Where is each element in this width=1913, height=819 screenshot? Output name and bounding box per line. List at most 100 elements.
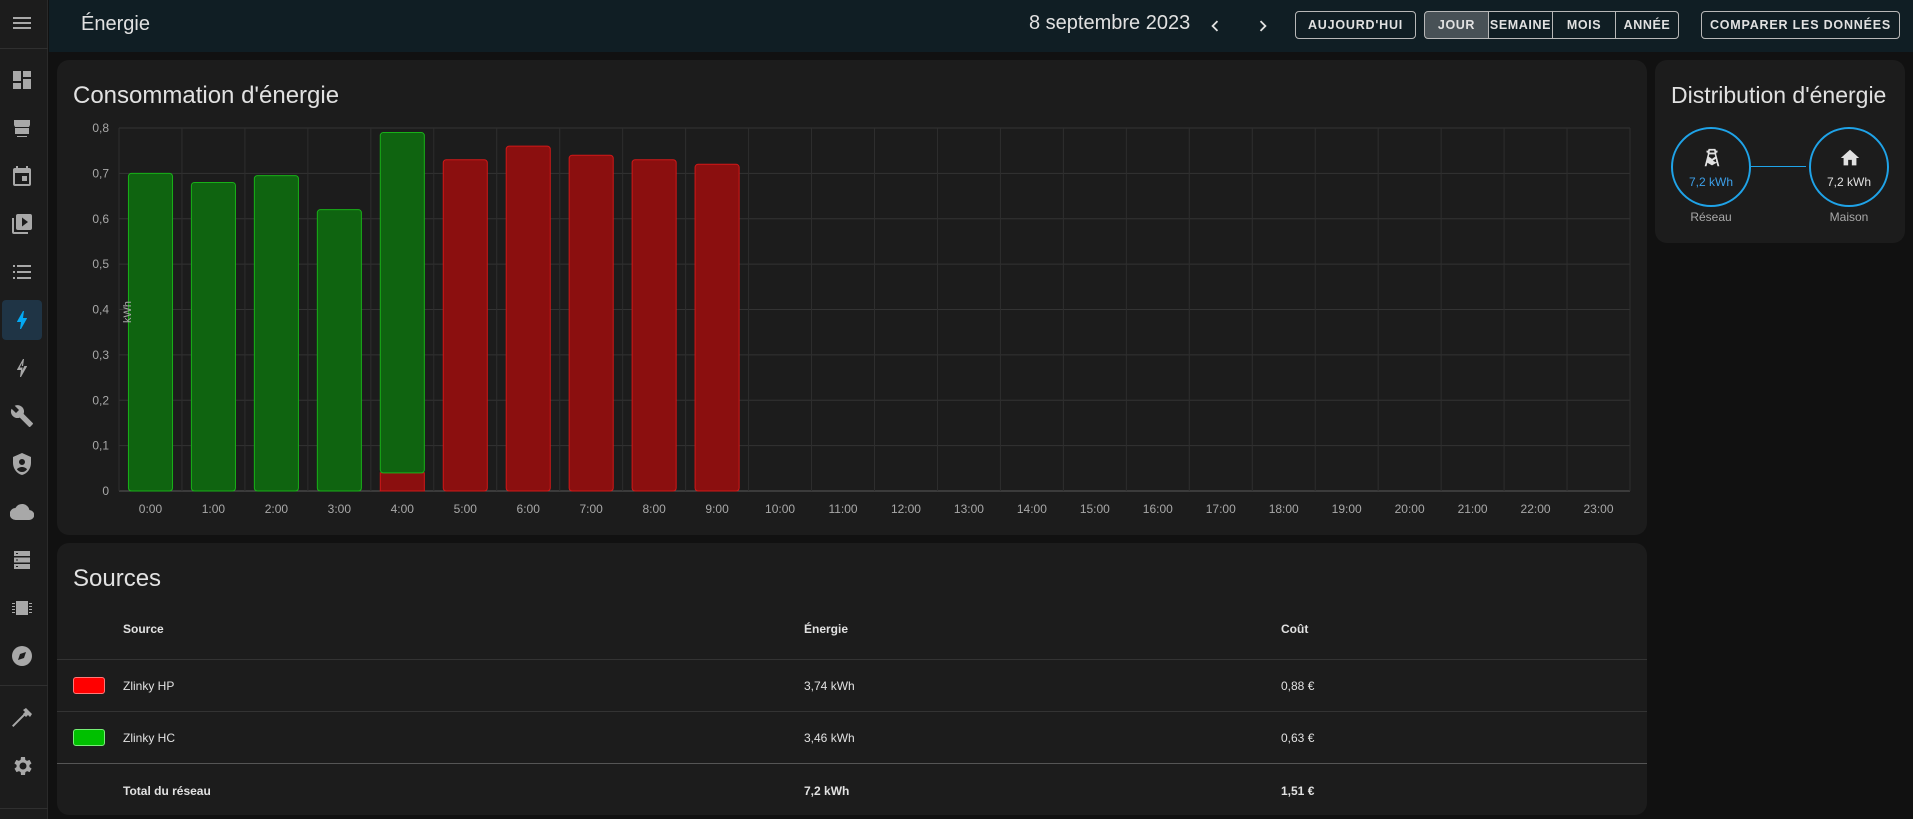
period-year-button[interactable]: ANNÉE bbox=[1615, 11, 1679, 39]
x-tick-label: 4:00 bbox=[391, 502, 415, 516]
grid-label: Réseau bbox=[1690, 210, 1732, 224]
distribution-title: Distribution d'énergie bbox=[1671, 82, 1887, 108]
x-tick-label: 5:00 bbox=[454, 502, 478, 516]
energy-icon[interactable] bbox=[2, 300, 42, 340]
x-tick-label: 1:00 bbox=[202, 502, 226, 516]
media-icon[interactable] bbox=[2, 204, 42, 244]
bar-zlinky-hp bbox=[694, 163, 740, 492]
x-tick-label: 6:00 bbox=[517, 502, 541, 516]
x-tick-label: 17:00 bbox=[1206, 502, 1236, 516]
x-tick-label: 9:00 bbox=[705, 502, 729, 516]
total-energy: 7,2 kWh bbox=[804, 784, 850, 798]
shield-icon[interactable] bbox=[2, 444, 42, 484]
bar-zlinky-hc bbox=[379, 132, 425, 474]
chevron-left-icon bbox=[1211, 20, 1219, 32]
period-week-button[interactable]: SEMAINE bbox=[1488, 11, 1553, 39]
flow-line bbox=[1751, 166, 1806, 167]
sidebar-divider bbox=[0, 808, 48, 809]
consumption-chart: 0 0,1 0,2 0,3 0,4 0,5 0,6 0,7 0,8 0:00 1:00 2:00 3:0… bbox=[92, 121, 1631, 516]
x-tick-label: 14:00 bbox=[1017, 502, 1047, 516]
home-value: 7,2 kWh bbox=[1826, 175, 1871, 189]
home-icon bbox=[1840, 149, 1860, 166]
period-day-button[interactable]: JOUR bbox=[1424, 11, 1489, 39]
chevron-right-icon bbox=[1259, 20, 1267, 32]
x-tick-label: 21:00 bbox=[1458, 502, 1488, 516]
distribution-card: Distribution d'énergie 7,2 kWh Réseau 7,… bbox=[1655, 60, 1905, 243]
x-tick-label: 13:00 bbox=[954, 502, 984, 516]
table-divider bbox=[57, 711, 1647, 712]
bar-zlinky-hp bbox=[631, 159, 677, 492]
x-tick-label: 23:00 bbox=[1584, 502, 1614, 516]
source-color-swatch bbox=[73, 729, 105, 746]
previous-button[interactable] bbox=[1201, 12, 1229, 40]
compare-button[interactable]: COMPARER LES DONNÉES bbox=[1701, 11, 1900, 39]
period-month-button[interactable]: MOIS bbox=[1552, 11, 1616, 39]
gear-icon[interactable] bbox=[2, 746, 42, 786]
home-node[interactable]: 7,2 kWh bbox=[1809, 127, 1889, 207]
y-tick-label: 0,1 bbox=[92, 439, 109, 453]
x-tick-label: 8:00 bbox=[642, 502, 666, 516]
page-title: Énergie bbox=[81, 13, 150, 35]
x-tick-label: 20:00 bbox=[1395, 502, 1425, 516]
wrench-icon[interactable] bbox=[2, 396, 42, 436]
y-tick-label: 0 bbox=[102, 484, 109, 498]
next-button[interactable] bbox=[1249, 12, 1277, 40]
home-label: Maison bbox=[1829, 210, 1869, 224]
hacs-icon[interactable] bbox=[2, 108, 42, 148]
chip-icon[interactable] bbox=[2, 588, 42, 628]
table-divider bbox=[57, 659, 1647, 660]
hammer-icon[interactable] bbox=[2, 698, 42, 738]
x-tick-label: 11:00 bbox=[828, 502, 857, 516]
today-button[interactable]: AUJOURD'HUI bbox=[1295, 11, 1416, 39]
dashboard-icon[interactable] bbox=[2, 60, 42, 100]
x-tick-label: 16:00 bbox=[1143, 502, 1173, 516]
total-cost: 1,51 € bbox=[1281, 784, 1315, 798]
energy-outline-icon[interactable] bbox=[2, 348, 42, 388]
source-color-swatch bbox=[73, 677, 105, 694]
compass-icon[interactable] bbox=[2, 636, 42, 676]
x-tick-label: 12:00 bbox=[891, 502, 921, 516]
bar-zlinky-hp bbox=[442, 159, 488, 492]
x-tick-label: 18:00 bbox=[1269, 502, 1299, 516]
server-icon[interactable] bbox=[2, 540, 42, 580]
bar-zlinky-hc bbox=[316, 209, 362, 492]
consumption-card: Consommation d'énergie 0 0,1 0,2 0,3 0,4 0,5 0… bbox=[57, 60, 1647, 535]
y-tick-label: 0,3 bbox=[92, 348, 109, 362]
source-name: Zlinky HP bbox=[123, 679, 175, 693]
calendar-icon[interactable] bbox=[2, 156, 42, 196]
source-column-header: Source bbox=[123, 622, 164, 636]
table-divider bbox=[57, 763, 1647, 764]
source-energy: 3,46 kWh bbox=[804, 731, 855, 745]
sidebar bbox=[0, 0, 48, 819]
bar-zlinky-hp bbox=[505, 145, 551, 492]
cloud-icon[interactable] bbox=[2, 492, 42, 532]
transmission-tower-icon bbox=[1704, 148, 1720, 167]
source-energy: 3,74 kWh bbox=[804, 679, 855, 693]
source-cost: 0,88 € bbox=[1281, 679, 1315, 693]
y-tick-label: 0,8 bbox=[92, 121, 109, 135]
x-tick-label: 7:00 bbox=[580, 502, 604, 516]
sidebar-divider bbox=[0, 48, 48, 49]
x-tick-label: 3:00 bbox=[328, 502, 352, 516]
menu-icon[interactable] bbox=[2, 3, 42, 43]
x-tick-label: 2:00 bbox=[265, 502, 289, 516]
y-tick-label: 0,4 bbox=[92, 303, 109, 317]
date-label: 8 septembre 2023 bbox=[1029, 12, 1191, 34]
cost-column-header: Coût bbox=[1281, 622, 1309, 636]
y-tick-label: 0,2 bbox=[92, 393, 109, 407]
sidebar-divider bbox=[0, 685, 48, 686]
grid-node[interactable]: 7,2 kWh bbox=[1671, 127, 1751, 207]
bar-zlinky-hc bbox=[190, 181, 236, 492]
x-tick-label: 19:00 bbox=[1332, 502, 1362, 516]
x-tick-label: 0:00 bbox=[139, 502, 163, 516]
total-name: Total du réseau bbox=[123, 784, 211, 798]
y-tick-label: 0,5 bbox=[92, 257, 109, 271]
x-tick-label: 15:00 bbox=[1080, 502, 1110, 516]
sources-title: Sources bbox=[73, 565, 162, 592]
grid-value: 7,2 kWh bbox=[1688, 175, 1733, 189]
list-icon[interactable] bbox=[2, 252, 42, 292]
x-tick-label: 10:00 bbox=[765, 502, 795, 516]
bar-zlinky-hc bbox=[127, 172, 174, 492]
top-bar: Énergie 8 septembre 2023 AUJOURD'HUI JOU… bbox=[49, 0, 1913, 52]
energy-column-header: Énergie bbox=[804, 622, 849, 636]
